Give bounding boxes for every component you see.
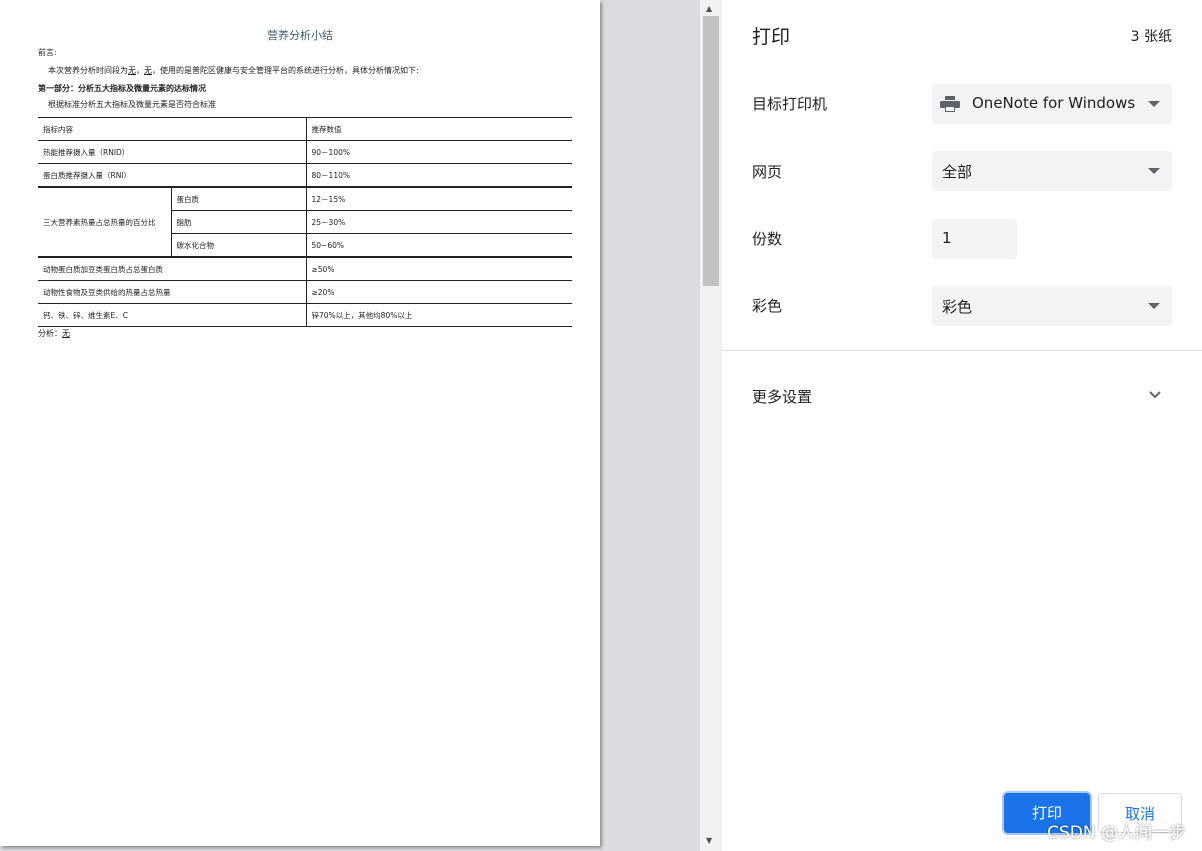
indicator-table: 指标内容 推荐数值 热能推荐摄入量（RNID） 90－100% 蛋白质推荐摄入量… <box>38 117 572 327</box>
table-row: 动物蛋白质加豆类蛋白质占总蛋白质 ≥50% <box>38 256 572 281</box>
section1-subtitle: 根据标准分析五大指标及微量元素是否符合标准 <box>48 100 216 109</box>
copies-input[interactable]: 1 <box>932 219 1017 259</box>
intro-paragraph: 本次营养分析时间段为无，无，使用的是普陀区健康与安全管理平台的系统进行分析，具体… <box>48 66 419 75</box>
table-row: 钙、铁、锌、维生素E、C 锌70%以上，其他均80%以上 <box>38 303 572 327</box>
dropdown-caret-icon <box>1148 168 1160 174</box>
scroll-up-arrow-icon[interactable]: ▲ <box>706 4 712 13</box>
dropdown-caret-icon <box>1148 303 1160 309</box>
color-select[interactable]: 彩色 <box>932 286 1172 326</box>
table-cell: 钙、铁、锌、维生素E、C <box>38 303 306 327</box>
table-row: 动物性食物及豆类供给的热量占总热量 ≥20% <box>38 280 572 304</box>
table-row: 蛋白质推荐摄入量（RNI） 80－110% <box>38 163 572 188</box>
scrollbar-thumb[interactable] <box>703 16 719 286</box>
copies-label: 份数 <box>752 230 783 248</box>
destination-label: 目标打印机 <box>752 95 828 113</box>
table-cell: 蛋白质推荐摄入量（RNI） <box>38 163 306 188</box>
preview-scrollbar[interactable]: ▲ ▼ <box>700 0 722 851</box>
table-header-cell: 指标内容 <box>38 117 306 141</box>
table-cell: 80－110% <box>305 163 572 188</box>
table-cell: 动物性食物及豆类供给的热量占总热量 <box>38 280 306 304</box>
copies-value: 1 <box>942 229 952 247</box>
sheet-count: 3 张纸 <box>1130 29 1172 45</box>
table-cell: 90－100% <box>305 140 572 164</box>
section-divider <box>722 350 1202 351</box>
pages-value: 全部 <box>942 163 973 181</box>
watermark: CSDN @人间一步 <box>1047 823 1186 843</box>
color-label: 彩色 <box>752 297 783 315</box>
table-header-row: 指标内容 推荐数值 <box>38 117 572 141</box>
table-cell: 50~60% <box>305 233 572 258</box>
table-header-cell: 推荐数值 <box>305 117 572 141</box>
table-cell: ≥20% <box>305 280 572 304</box>
table-row: 三大营养素热量占总热量的百分比 蛋白质 12－15% <box>38 186 572 258</box>
print-settings-panel: 打印 3 张纸 目标打印机 OneNote for Windows 网页 全部 … <box>722 0 1202 851</box>
preface-label: 前言: <box>38 48 57 57</box>
print-preview-area: 营养分析小结 前言: 本次营养分析时间段为无，无，使用的是普陀区健康与安全管理平… <box>0 0 700 851</box>
table-cell: 热能推荐摄入量（RNID） <box>38 140 306 164</box>
table-row: 热能推荐摄入量（RNID） 90－100% <box>38 140 572 164</box>
table-cell: 动物蛋白质加豆类蛋白质占总蛋白质 <box>38 256 306 281</box>
section1-heading: 第一部分：分析五大指标及微量元素的达标情况 <box>38 84 206 93</box>
printer-icon <box>940 96 960 112</box>
table-cell: 脂肪 <box>170 210 306 234</box>
table-cell: 蛋白质 <box>170 186 306 211</box>
table-cell: 锌70%以上，其他均80%以上 <box>305 303 572 327</box>
destination-select[interactable]: OneNote for Windows <box>932 84 1172 124</box>
analysis-line: 分析：无 <box>38 329 70 338</box>
dropdown-caret-icon <box>1148 101 1160 107</box>
chevron-down-icon[interactable] <box>1148 388 1162 402</box>
table-cell: 12－15% <box>305 186 572 211</box>
pages-label: 网页 <box>752 163 783 181</box>
more-settings-toggle[interactable]: 更多设置 <box>752 386 812 407</box>
table-cell: ≥50% <box>305 256 572 281</box>
destination-value: OneNote for Windows <box>972 94 1136 112</box>
pages-select[interactable]: 全部 <box>932 151 1172 191</box>
table-cell: 25－30% <box>305 210 572 234</box>
document-title: 营养分析小结 <box>267 29 333 42</box>
table-cell: 碳水化合物 <box>170 233 306 258</box>
color-value: 彩色 <box>942 298 973 316</box>
macro-group-cell: 三大营养素热量占总热量的百分比 <box>38 186 171 258</box>
scroll-down-arrow-icon[interactable]: ▼ <box>706 836 712 845</box>
preview-page: 营养分析小结 前言: 本次营养分析时间段为无，无，使用的是普陀区健康与安全管理平… <box>0 0 600 846</box>
panel-title: 打印 <box>752 26 791 48</box>
